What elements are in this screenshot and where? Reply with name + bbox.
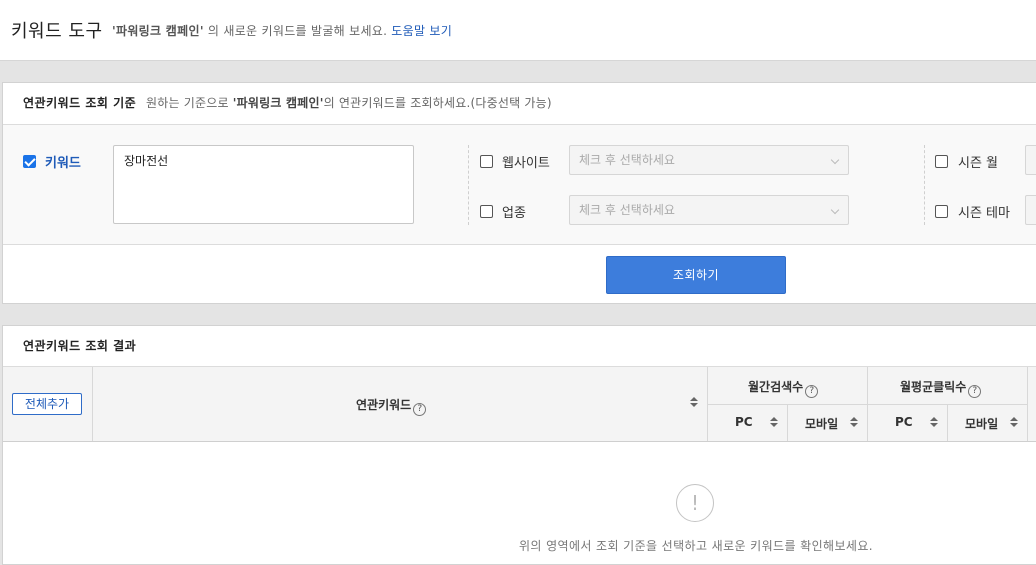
sort-icon[interactable] xyxy=(850,417,858,428)
criteria-subtitle: 원하는 기준으로 '파워링크 캠페인'의 연관키워드를 조회하세요.(다중선택 … xyxy=(146,96,552,110)
sort-icon[interactable] xyxy=(930,417,938,428)
industry-select[interactable]: 체크 후 선택하세요 xyxy=(569,195,849,225)
add-all-cell: 전체추가 xyxy=(3,367,93,441)
page-title: 키워드 도구 xyxy=(11,21,103,42)
search-pc-header[interactable]: PC xyxy=(708,405,788,441)
keyword-column-label: 연관키워드 xyxy=(356,398,412,412)
page-description: '파워링크 캠페인' 의 새로운 키워드를 발굴해 보세요. 도움말 보기 xyxy=(112,22,452,39)
monthly-search-header: 월간검색수? xyxy=(708,367,868,405)
sort-icon[interactable] xyxy=(1010,417,1018,428)
monthly-click-label: 월평균클릭수 xyxy=(900,380,967,394)
help-link[interactable]: 도움말 보기 xyxy=(391,24,452,38)
season-theme-label: 시즌 테마 xyxy=(958,206,1010,221)
website-select-placeholder: 체크 후 선택하세요 xyxy=(579,153,675,167)
chevron-down-icon xyxy=(830,205,840,215)
divider xyxy=(468,145,469,225)
empty-state-message: 위의 영역에서 조회 기준을 선택하고 새로운 키워드를 확인해보세요. xyxy=(518,539,874,553)
criteria-sub-suffix: 의 연관키워드를 조회하세요.(다중선택 가능) xyxy=(323,96,552,110)
criteria-title: 연관키워드 조회 기준 xyxy=(23,96,137,110)
description-text: 의 새로운 키워드를 발굴해 보세요. xyxy=(203,24,388,38)
industry-select-placeholder: 체크 후 선택하세요 xyxy=(579,203,675,217)
empty-state-icon: ! xyxy=(676,484,714,522)
click-pc-header[interactable]: PC xyxy=(868,405,948,441)
season-theme-checkbox[interactable] xyxy=(935,205,948,218)
criteria-campaign-name: '파워링크 캠페인' xyxy=(232,96,324,110)
keyword-label: 키워드 xyxy=(45,156,81,171)
click-mobile-label: 모바일 xyxy=(965,417,999,431)
chevron-down-icon xyxy=(830,155,840,165)
campaign-name: '파워링크 캠페인' xyxy=(112,24,204,38)
monthly-click-header: 월평균클릭수? xyxy=(868,367,1028,405)
season-month-label: 시즌 월 xyxy=(958,156,999,171)
results-table-header: 전체추가 연관키워드? 월간검색수? 월평균클릭수? PC 모바일 PC 모바일 xyxy=(3,367,1036,442)
divider xyxy=(924,145,925,225)
search-mobile-label: 모바일 xyxy=(805,417,839,431)
top-header: 키워드 도구 '파워링크 캠페인' 의 새로운 키워드를 발굴해 보세요. 도움말… xyxy=(0,0,1036,61)
click-mobile-header[interactable]: 모바일 xyxy=(948,405,1028,441)
results-panel: 연관키워드 조회 결과 전체추가 연관키워드? 월간검색수? 월평균클릭수? P… xyxy=(2,325,1036,565)
season-theme-select[interactable] xyxy=(1025,195,1036,225)
sort-icon[interactable] xyxy=(770,417,778,428)
keyword-checkbox[interactable] xyxy=(23,155,36,168)
website-label: 웹사이트 xyxy=(502,156,550,171)
click-pc-label: PC xyxy=(895,415,913,429)
sort-icon[interactable] xyxy=(690,397,698,408)
website-checkbox[interactable] xyxy=(480,155,493,168)
industry-checkbox[interactable] xyxy=(480,205,493,218)
help-icon[interactable]: ? xyxy=(805,385,819,398)
search-mobile-header[interactable]: 모바일 xyxy=(788,405,868,441)
help-icon[interactable]: ? xyxy=(413,403,427,416)
criteria-header: 연관키워드 조회 기준 원하는 기준으로 '파워링크 캠페인'의 연관키워드를 … xyxy=(3,83,1036,125)
monthly-search-title: 월간검색수? xyxy=(748,378,819,398)
criteria-panel: 연관키워드 조회 기준 원하는 기준으로 '파워링크 캠페인'의 연관키워드를 … xyxy=(2,82,1036,304)
results-title: 연관키워드 조회 결과 xyxy=(3,326,1036,367)
season-month-select[interactable] xyxy=(1025,145,1036,175)
monthly-search-label: 월간검색수 xyxy=(748,380,804,394)
industry-label: 업종 xyxy=(502,206,526,221)
add-all-button[interactable]: 전체추가 xyxy=(12,393,82,415)
keyword-textarea[interactable]: 장마전선 xyxy=(113,145,414,224)
criteria-body: 키워드 장마전선 웹사이트 체크 후 선택하세요 업종 체크 후 선택하세요 시… xyxy=(3,125,1036,245)
search-pc-label: PC xyxy=(735,415,753,429)
help-icon[interactable]: ? xyxy=(968,385,982,398)
website-select[interactable]: 체크 후 선택하세요 xyxy=(569,145,849,175)
monthly-click-title: 월평균클릭수? xyxy=(900,378,982,398)
keyword-column-header[interactable]: 연관키워드? xyxy=(93,367,708,441)
criteria-sub-prefix: 원하는 기준으로 xyxy=(146,96,229,110)
search-button[interactable]: 조회하기 xyxy=(606,256,786,294)
season-month-checkbox[interactable] xyxy=(935,155,948,168)
keyword-column-title: 연관키워드? xyxy=(356,396,427,416)
